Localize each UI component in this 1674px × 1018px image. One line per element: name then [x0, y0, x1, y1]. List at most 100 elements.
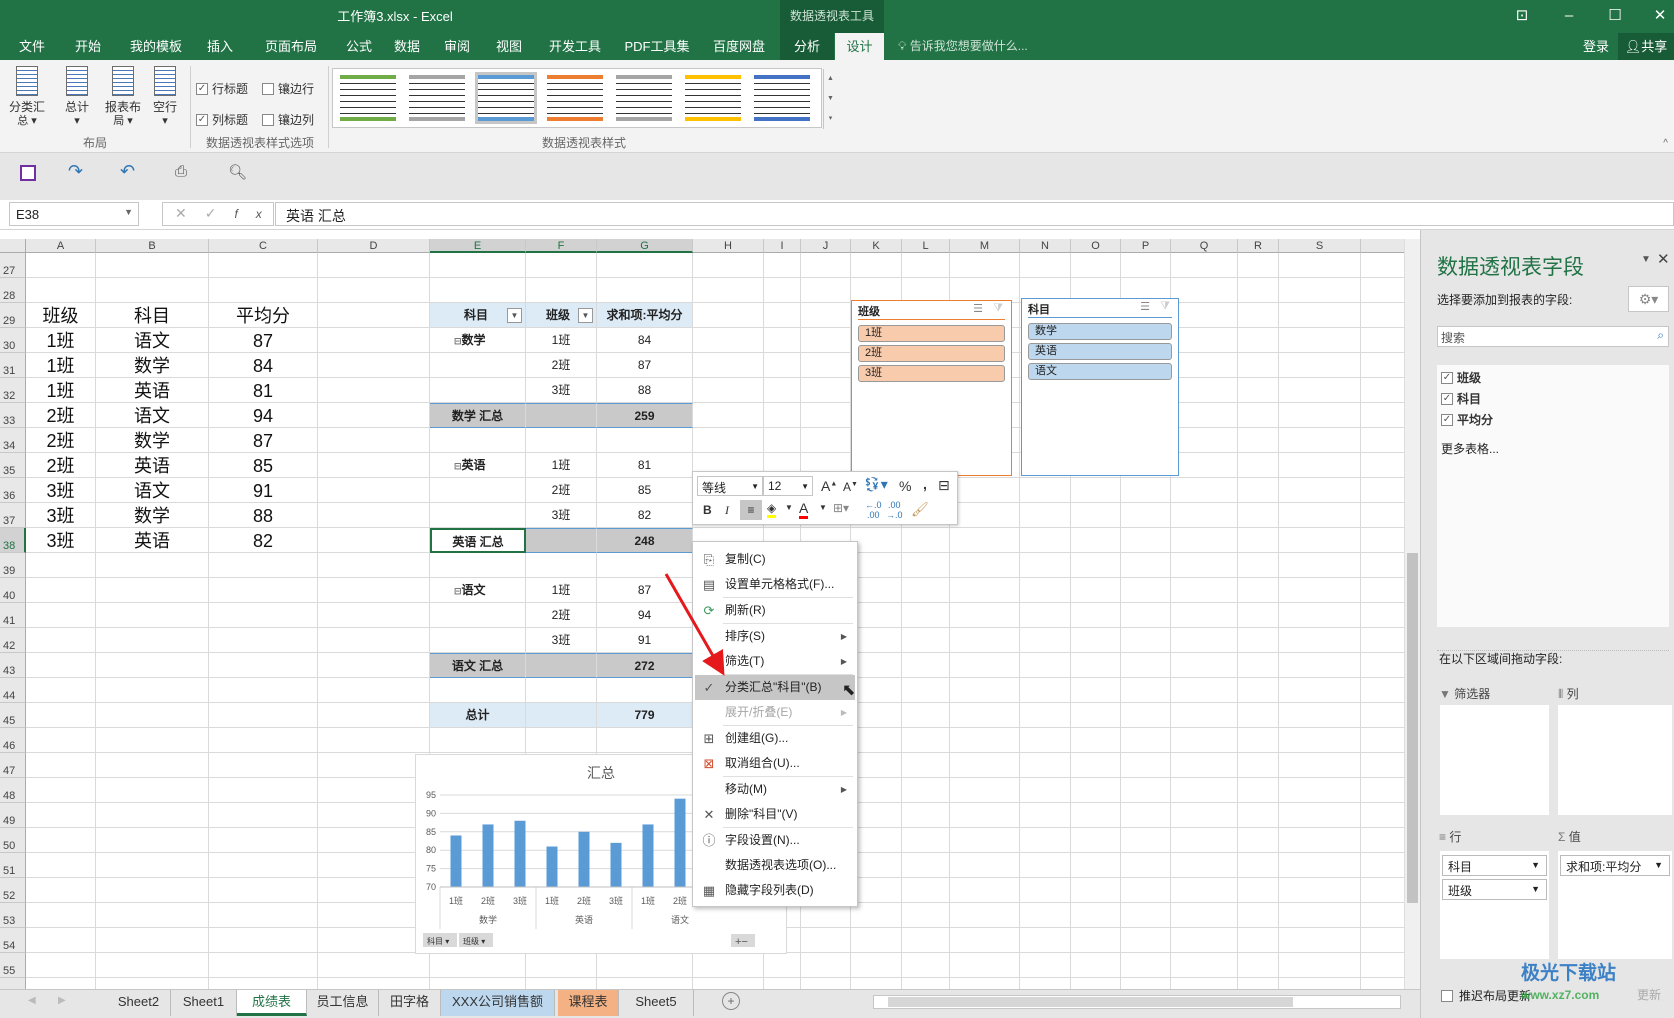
cell[interactable]: [1171, 478, 1238, 503]
slicer-1[interactable]: 科目 ☰ ⧩ 数学 英语 语文: [1021, 298, 1179, 476]
source-data-cell[interactable]: 3班: [26, 478, 96, 503]
cell[interactable]: [318, 753, 430, 778]
cell[interactable]: [318, 653, 430, 678]
cell[interactable]: [318, 403, 430, 428]
cell[interactable]: [1071, 853, 1121, 878]
field-search-input[interactable]: 搜索 ⌕: [1437, 326, 1669, 347]
close-pane-icon[interactable]: ✕: [1657, 250, 1670, 268]
cell[interactable]: [950, 678, 1020, 703]
cell[interactable]: [902, 653, 950, 678]
cell[interactable]: [1279, 453, 1361, 478]
cell[interactable]: [851, 928, 902, 953]
values-drop-area[interactable]: 求和项:平均分 ▼: [1558, 851, 1672, 959]
cell[interactable]: [430, 978, 526, 989]
cell[interactable]: [318, 253, 430, 278]
pivot-value-cell[interactable]: 88: [597, 378, 693, 403]
cell[interactable]: [693, 353, 764, 378]
pivot-header-cell[interactable]: 求和项:平均分: [597, 303, 693, 328]
italic-icon[interactable]: I: [725, 503, 729, 518]
cell[interactable]: [1238, 628, 1279, 653]
cell[interactable]: [1238, 703, 1279, 728]
pivot-subtotal-label[interactable]: 英语 汇总: [430, 528, 526, 553]
cell[interactable]: [318, 553, 430, 578]
sheet-tab-6[interactable]: 课程表: [558, 990, 619, 1016]
cell[interactable]: [26, 778, 96, 803]
cell[interactable]: [1238, 728, 1279, 753]
cell[interactable]: [1171, 678, 1238, 703]
decrease-font-icon[interactable]: A▼: [843, 480, 858, 494]
cell[interactable]: [430, 478, 526, 503]
column-header-O[interactable]: O: [1071, 239, 1121, 253]
gear-icon[interactable]: ⚙▾: [1628, 286, 1669, 312]
cell[interactable]: [902, 578, 950, 603]
cell[interactable]: [1361, 828, 1404, 853]
cell[interactable]: [1020, 578, 1071, 603]
cell[interactable]: [430, 728, 526, 753]
cell[interactable]: [1020, 978, 1071, 989]
cell[interactable]: [597, 253, 693, 278]
comma-icon[interactable]: ,: [923, 476, 927, 492]
cell[interactable]: [1279, 553, 1361, 578]
cell[interactable]: [318, 328, 430, 353]
filter-dropdown-button[interactable]: ▼: [507, 308, 522, 323]
cell[interactable]: [1279, 953, 1361, 978]
cell[interactable]: [96, 578, 209, 603]
insert-function-icon[interactable]: fx: [234, 207, 279, 221]
cell[interactable]: [1121, 528, 1171, 553]
cell[interactable]: [526, 978, 597, 989]
undo-icon[interactable]: ↶: [120, 161, 135, 182]
row-header-37[interactable]: 37: [0, 503, 26, 528]
style-thumbnail-1[interactable]: [406, 72, 468, 124]
cell[interactable]: [1238, 403, 1279, 428]
chevron-down-icon[interactable]: ▼: [1531, 860, 1540, 870]
cell[interactable]: [1121, 253, 1171, 278]
cell[interactable]: [26, 553, 96, 578]
share-button[interactable]: 👤︎共享: [1618, 33, 1674, 60]
next-sheet-icon[interactable]: ▶: [58, 995, 66, 1006]
cell[interactable]: [430, 353, 526, 378]
cell[interactable]: [801, 928, 851, 953]
tab-8[interactable]: 视图: [484, 33, 534, 60]
cell[interactable]: [1279, 928, 1361, 953]
pivot-class-cell[interactable]: 3班: [526, 378, 597, 403]
layout-button-1[interactable]: 总计 ▾: [54, 66, 100, 128]
tab-3[interactable]: 插入: [195, 33, 245, 60]
column-header-C[interactable]: C: [209, 239, 318, 253]
cell[interactable]: [96, 853, 209, 878]
cell[interactable]: [1121, 703, 1171, 728]
source-data-cell[interactable]: 87: [209, 428, 318, 453]
columns-drop-area[interactable]: [1558, 705, 1672, 815]
filters-drop-area[interactable]: [1440, 705, 1549, 815]
cell[interactable]: [1171, 828, 1238, 853]
minimize-button[interactable]: –: [1554, 4, 1584, 28]
pivot-value-cell[interactable]: 85: [597, 478, 693, 503]
cell[interactable]: [209, 703, 318, 728]
cell[interactable]: [950, 828, 1020, 853]
cell[interactable]: [318, 453, 430, 478]
cell[interactable]: [1361, 578, 1404, 603]
cell[interactable]: [597, 953, 693, 978]
cell[interactable]: [801, 328, 851, 353]
cell[interactable]: [1279, 378, 1361, 403]
cell[interactable]: [1361, 553, 1404, 578]
source-data-cell[interactable]: 87: [209, 328, 318, 353]
checkbox[interactable]: ✓: [1441, 392, 1453, 405]
font-name-select[interactable]: 等线 ▼: [697, 476, 763, 496]
cell[interactable]: [526, 678, 597, 703]
option-checkbox-0[interactable]: ✓ 行标题: [196, 80, 248, 97]
cell[interactable]: [209, 853, 318, 878]
source-data-cell[interactable]: 1班: [26, 378, 96, 403]
cell[interactable]: [209, 778, 318, 803]
cell[interactable]: [1171, 428, 1238, 453]
cell[interactable]: [1121, 653, 1171, 678]
checkbox[interactable]: ✓: [1441, 413, 1453, 426]
cell[interactable]: [1071, 778, 1121, 803]
cell[interactable]: [1121, 903, 1171, 928]
cell[interactable]: [26, 728, 96, 753]
source-data-cell[interactable]: 94: [209, 403, 318, 428]
tab-4[interactable]: 页面布局: [252, 33, 330, 60]
tab-13[interactable]: 设计: [835, 33, 884, 60]
cell[interactable]: [764, 378, 801, 403]
tab-1[interactable]: 开始: [62, 33, 114, 60]
cell[interactable]: [1361, 403, 1404, 428]
